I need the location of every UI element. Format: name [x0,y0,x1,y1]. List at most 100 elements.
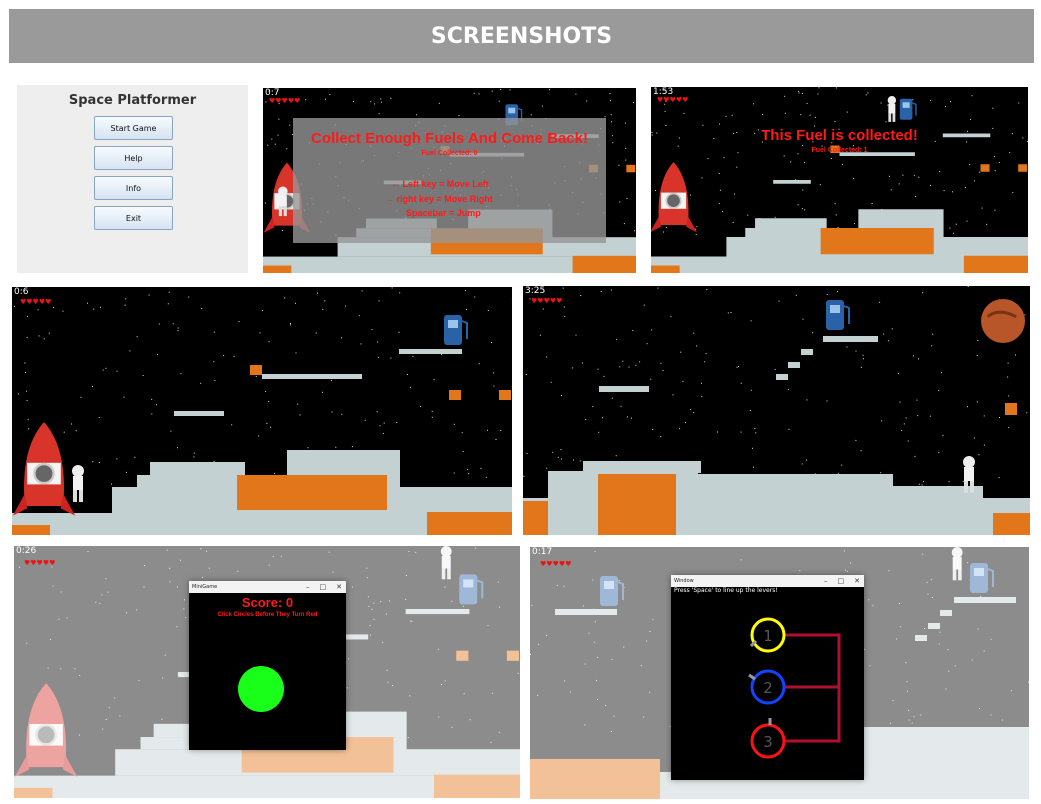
help-button[interactable]: Help [94,146,173,170]
lever-label-1[interactable]: 1 [757,627,779,645]
star [500,430,502,431]
star [913,174,915,176]
star [931,345,933,347]
info-button[interactable]: Info [94,176,173,200]
star [923,481,925,483]
star [111,483,112,485]
star [92,461,94,463]
star [151,398,153,400]
level-start-screenshot: 0:6 ♥♥♥♥♥ [12,287,512,535]
star [657,287,659,289]
minigame-levers-screenshot: 0:17 ♥♥♥♥♥ Window – □ ✕ Press 'Space' to… [530,547,1029,799]
star [579,460,581,462]
star [918,358,919,360]
star [916,399,918,401]
star [860,366,862,368]
star [945,106,947,108]
star [1015,354,1016,356]
star [541,105,543,107]
star [627,416,628,418]
star [899,401,901,403]
star [177,330,179,332]
star [167,303,169,305]
star [261,310,263,312]
lava-pool [523,501,548,535]
star [539,334,541,336]
star [943,190,945,192]
star [717,431,719,433]
star [885,121,887,123]
star [800,114,802,116]
star [950,101,951,103]
floating-platform [801,349,813,355]
star [48,332,50,334]
star [701,396,703,398]
timer: 3:25 [525,286,546,296]
star [941,372,942,374]
close-button[interactable]: ✕ [336,583,342,591]
star [633,102,634,104]
floating-platform [823,336,878,342]
maximize-button[interactable]: □ [320,583,327,591]
star [391,287,393,289]
star [624,122,626,124]
star [412,355,414,357]
star [390,97,392,99]
star [952,191,953,193]
star [998,162,1000,164]
lever-label-3[interactable]: 3 [757,733,779,751]
lava-block [980,164,990,172]
star [557,456,559,458]
lava-pool [263,265,292,273]
star [696,345,698,347]
star [969,164,971,166]
exit-button[interactable]: Exit [94,206,173,230]
lava-pool [963,255,1028,273]
star [341,413,343,415]
star [860,450,862,452]
star [783,155,785,157]
rocket-sprite [12,422,76,516]
star [156,353,158,355]
star [416,114,418,116]
star [734,193,736,195]
star [377,341,379,343]
lever-label-2[interactable]: 2 [757,679,779,697]
floating-platform [174,411,224,416]
star [651,329,653,331]
star [598,431,600,433]
star [172,323,174,325]
star [683,112,685,114]
star [24,362,26,364]
star [364,419,366,421]
target-circle[interactable] [238,666,284,712]
minigame-window: MiniGame – □ ✕ Score: 0 Click Circles Be… [189,581,346,750]
star [351,446,353,448]
star [231,424,233,426]
minimize-button[interactable]: – [306,583,310,591]
star [1007,376,1009,378]
star [37,309,39,311]
star [600,291,602,292]
star [461,432,463,434]
floating-platform [262,374,362,379]
star [473,92,475,94]
star [701,382,702,384]
star [213,460,215,462]
start-game-button[interactable]: Start Game [94,116,173,140]
star [289,124,291,126]
planet [981,299,1025,343]
star [25,371,26,373]
lives-hearts: ♥♥♥♥♥ [269,97,301,105]
star [622,360,624,362]
lava-block [626,164,636,173]
star [702,124,704,126]
star [834,203,836,205]
star [949,227,951,229]
star [801,463,803,465]
star [976,355,978,356]
star [98,462,100,463]
star [611,121,613,123]
star [682,380,684,382]
game-title: Space Platformer [68,93,197,108]
